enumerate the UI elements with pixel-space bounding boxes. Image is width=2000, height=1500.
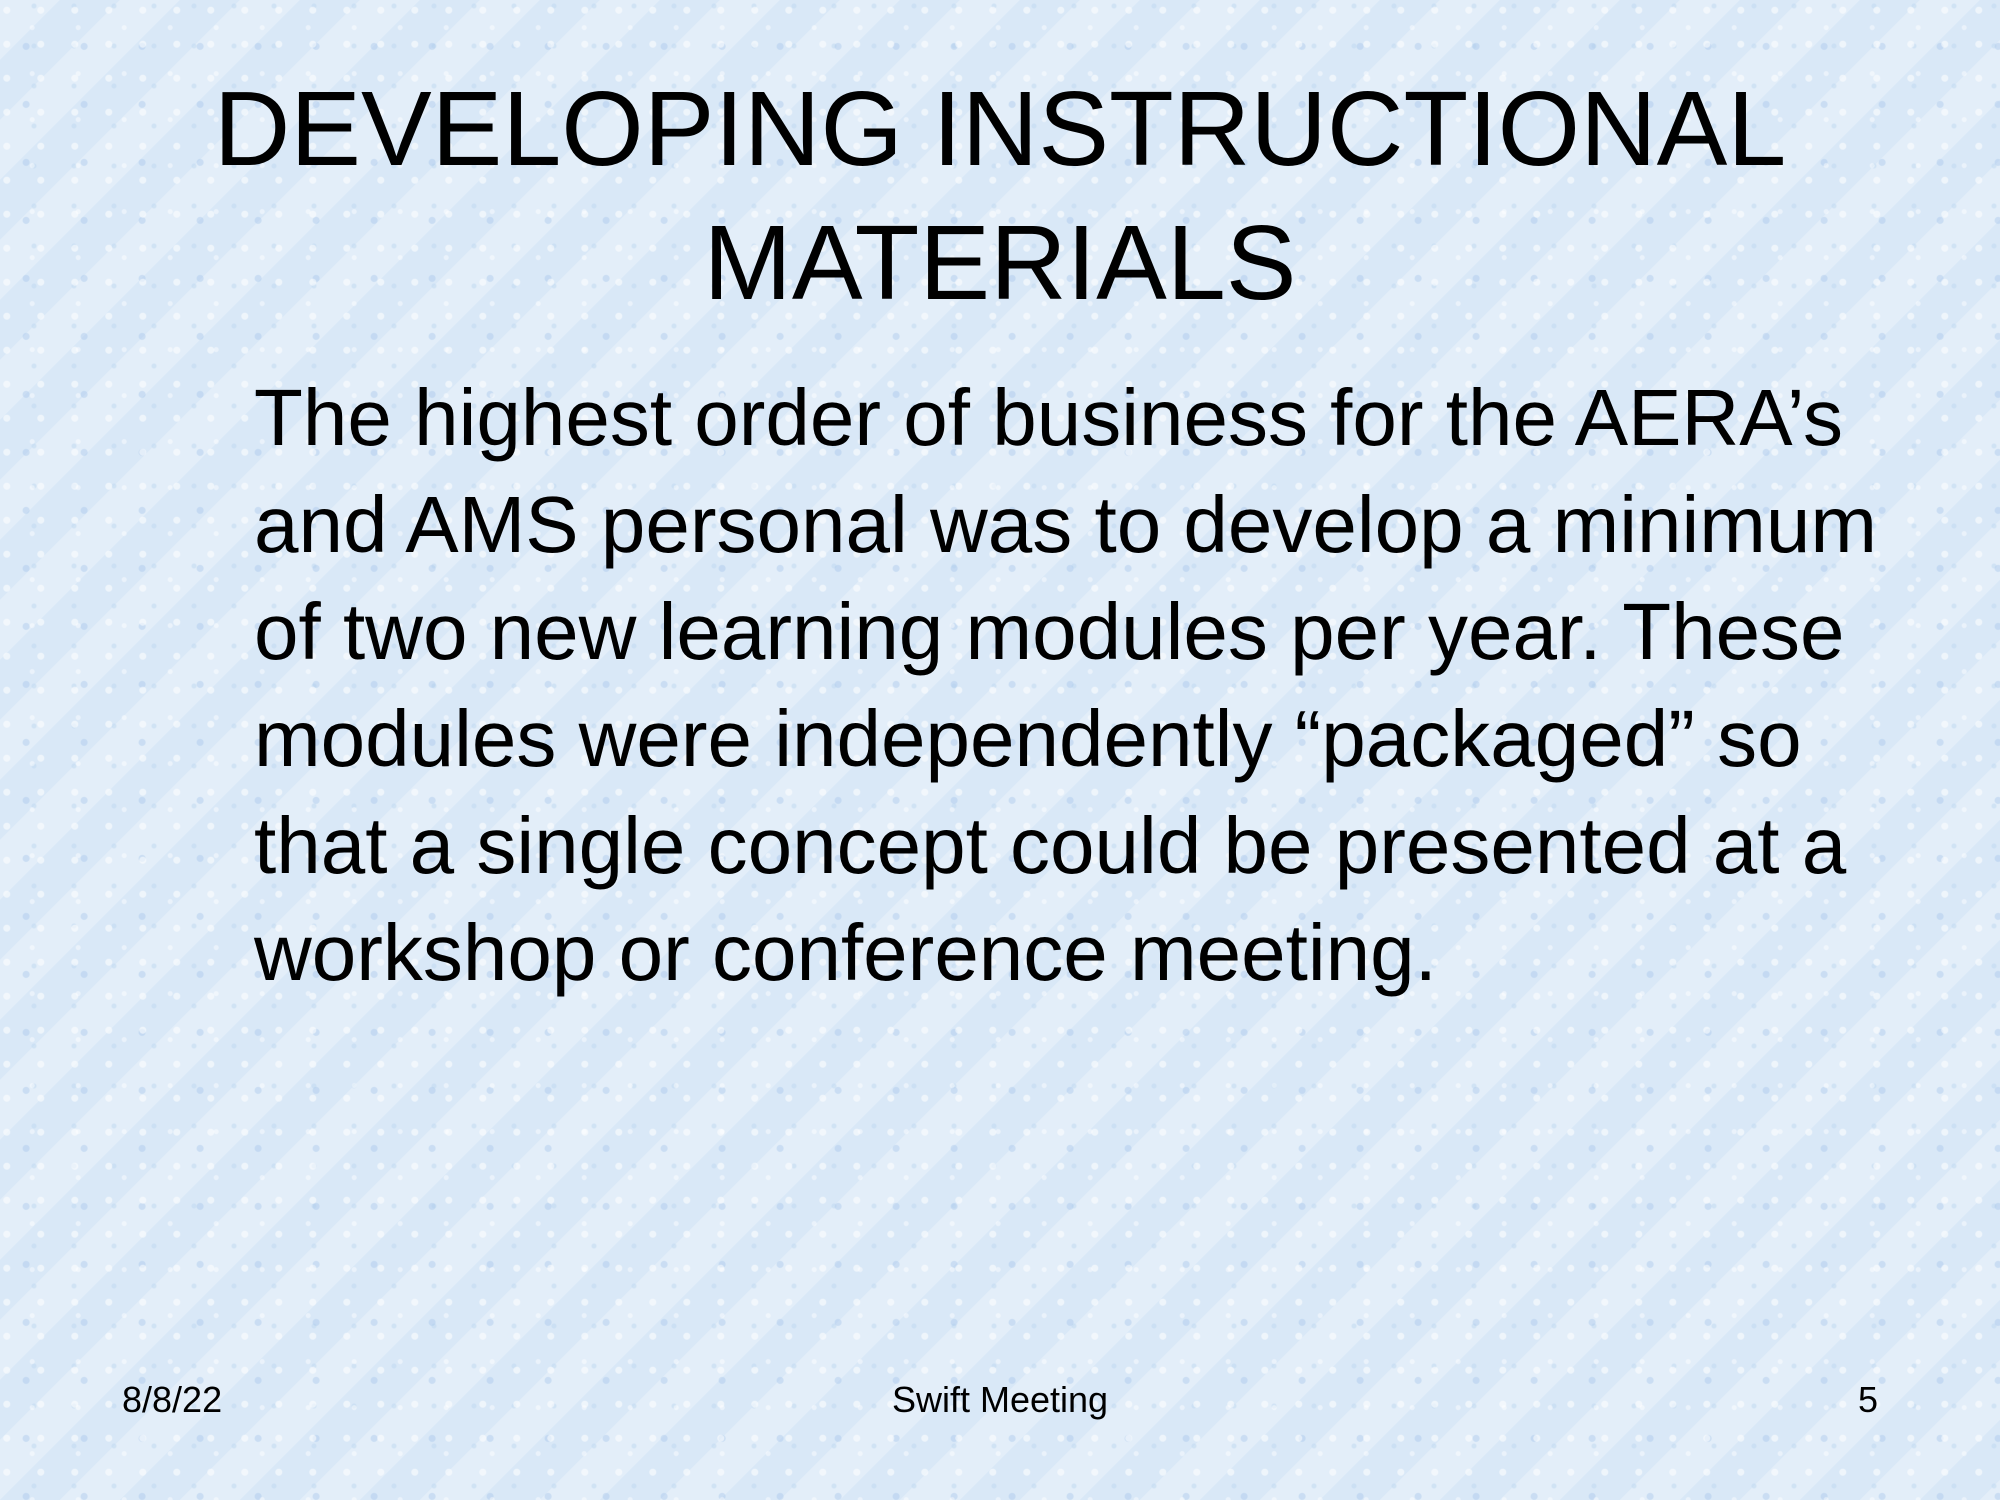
slide: DEVELOPING INSTRUCTIONAL MATERIALS The h…: [0, 0, 2000, 1500]
slide-body-text: The highest order of business for the AE…: [254, 373, 1878, 997]
footer-page-number: 5: [1857, 1379, 1878, 1420]
footer-title: Swift Meeting: [891, 1379, 1109, 1420]
slide-title: DEVELOPING INSTRUCTIONAL MATERIALS: [213, 70, 1787, 322]
